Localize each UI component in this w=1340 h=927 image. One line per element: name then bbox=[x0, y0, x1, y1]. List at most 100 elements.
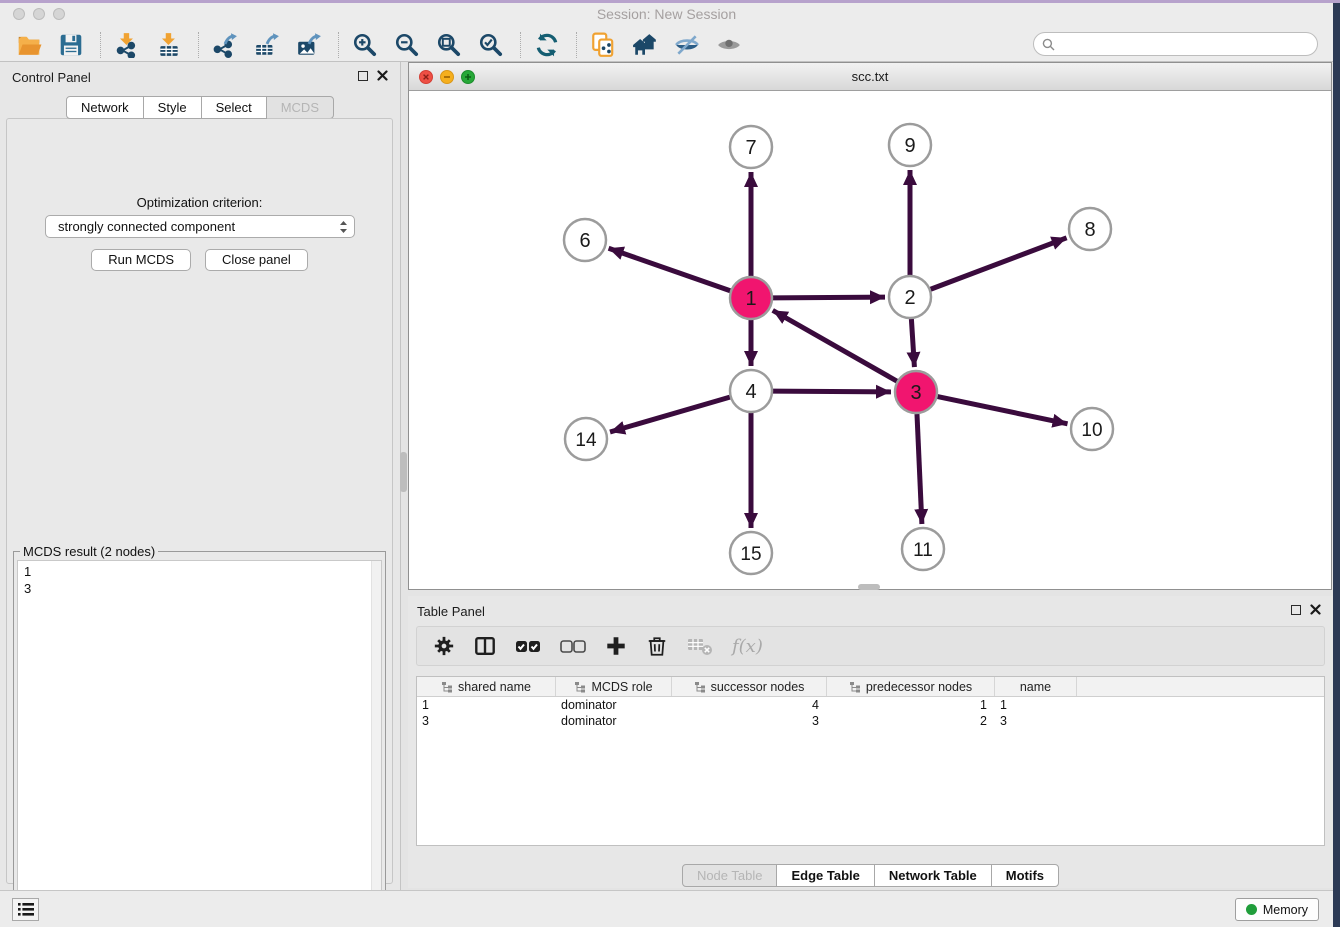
graph-node-11[interactable]: 11 bbox=[902, 528, 944, 570]
refresh-view-button[interactable] bbox=[532, 30, 562, 60]
open-session-button[interactable] bbox=[14, 30, 44, 60]
network-window-titlebar: scc.txt bbox=[409, 63, 1331, 91]
edge-4-14[interactable] bbox=[610, 397, 730, 432]
edge-3-10[interactable] bbox=[938, 397, 1068, 424]
zoom-selected-button[interactable] bbox=[476, 30, 506, 60]
criterion-dropdown[interactable]: strongly connected component bbox=[45, 215, 355, 238]
main-toolbar bbox=[0, 28, 1333, 62]
graph-node-7[interactable]: 7 bbox=[730, 126, 772, 168]
tab-edge-table[interactable]: Edge Table bbox=[776, 864, 874, 887]
result-scrollbar[interactable] bbox=[371, 561, 381, 920]
export-image-button[interactable] bbox=[294, 30, 324, 60]
column-header-shared-name[interactable]: shared name bbox=[417, 677, 556, 696]
edge-1-2[interactable] bbox=[773, 297, 885, 298]
table-cell[interactable]: 1 bbox=[995, 697, 1077, 713]
network-canvas[interactable]: 7 9 6 8 1 2 4 3 14 10 15 11 bbox=[409, 91, 1331, 589]
select-all-checkboxes-button[interactable] bbox=[515, 633, 541, 659]
add-row-button[interactable] bbox=[605, 633, 627, 659]
svg-text:6: 6 bbox=[579, 230, 590, 252]
tab-network[interactable]: Network bbox=[66, 96, 144, 119]
vertical-splitter-handle[interactable] bbox=[400, 452, 407, 492]
svg-text:10: 10 bbox=[1081, 420, 1102, 441]
table-cell[interactable]: 1 bbox=[827, 697, 995, 713]
show-columns-button[interactable] bbox=[474, 633, 496, 659]
edge-4-3[interactable] bbox=[773, 391, 891, 392]
graph-node-3[interactable]: 3 bbox=[895, 371, 937, 413]
open-session-icon bbox=[16, 32, 42, 58]
clone-network-button[interactable] bbox=[588, 30, 618, 60]
zoom-out-button[interactable] bbox=[392, 30, 422, 60]
svg-text:15: 15 bbox=[740, 544, 761, 565]
graph-node-4[interactable]: 4 bbox=[730, 370, 772, 412]
table-cell[interactable]: 3 bbox=[672, 713, 827, 729]
table-cell[interactable]: 4 bbox=[672, 697, 827, 713]
close-panel-button[interactable]: Close panel bbox=[205, 249, 308, 271]
edge-3-1[interactable] bbox=[773, 310, 897, 381]
table-cell[interactable]: 2 bbox=[827, 713, 995, 729]
table-cell[interactable]: 3 bbox=[417, 713, 556, 729]
graph-node-15[interactable]: 15 bbox=[730, 532, 772, 574]
svg-text:7: 7 bbox=[745, 137, 756, 159]
import-network-button[interactable] bbox=[112, 30, 142, 60]
memory-button-label: Memory bbox=[1263, 903, 1308, 917]
graph-node-2[interactable]: 2 bbox=[889, 276, 931, 318]
tab-motifs[interactable]: Motifs bbox=[991, 864, 1059, 887]
run-mcds-button[interactable]: Run MCDS bbox=[91, 249, 191, 271]
delete-row-button[interactable] bbox=[646, 633, 668, 659]
table-row[interactable]: 1dominator411 bbox=[417, 697, 1324, 713]
tab-select[interactable]: Select bbox=[201, 96, 267, 119]
column-header-name[interactable]: name bbox=[995, 677, 1077, 696]
float-table-panel-icon[interactable] bbox=[1291, 605, 1301, 615]
edge-2-8[interactable] bbox=[931, 238, 1067, 289]
export-table-button[interactable] bbox=[252, 30, 282, 60]
control-panel-title: Control Panel bbox=[12, 70, 91, 85]
svg-text:3: 3 bbox=[910, 382, 921, 404]
zoom-in-button[interactable] bbox=[350, 30, 380, 60]
tab-style[interactable]: Style bbox=[143, 96, 202, 119]
tab-node-table[interactable]: Node Table bbox=[682, 864, 778, 887]
table-cell[interactable]: 3 bbox=[995, 713, 1077, 729]
table-cell[interactable]: 1 bbox=[417, 697, 556, 713]
graph-node-6[interactable]: 6 bbox=[564, 219, 606, 261]
graph-node-10[interactable]: 10 bbox=[1071, 408, 1113, 450]
settings-gear-button[interactable] bbox=[433, 633, 455, 659]
save-session-button[interactable] bbox=[56, 30, 86, 60]
graph-node-1[interactable]: 1 bbox=[730, 277, 772, 319]
close-panel-icon[interactable] bbox=[377, 70, 388, 81]
memory-button[interactable]: Memory bbox=[1235, 898, 1319, 921]
mcds-result-textarea[interactable]: 13 bbox=[17, 560, 382, 921]
graph-node-14[interactable]: 14 bbox=[565, 418, 607, 460]
import-table-button[interactable] bbox=[154, 30, 184, 60]
edge-3-11[interactable] bbox=[917, 414, 922, 524]
table-panel: Table Panel f(x) shared nameMCDS rolesuc… bbox=[408, 596, 1333, 888]
hide-details-button[interactable] bbox=[672, 30, 702, 60]
column-header-MCDS-role[interactable]: MCDS role bbox=[556, 677, 672, 696]
network-window-title: scc.txt bbox=[409, 69, 1331, 84]
tab-mcds[interactable]: MCDS bbox=[266, 96, 334, 119]
export-network-button[interactable] bbox=[210, 30, 240, 60]
zoom-fit-button[interactable] bbox=[434, 30, 464, 60]
graph-node-8[interactable]: 8 bbox=[1069, 208, 1111, 250]
svg-text:9: 9 bbox=[904, 135, 915, 157]
search-input[interactable] bbox=[1060, 36, 1309, 52]
table-cell[interactable]: dominator bbox=[556, 713, 672, 729]
tab-network-table[interactable]: Network Table bbox=[874, 864, 992, 887]
horizontal-splitter-handle[interactable] bbox=[858, 584, 880, 590]
deselect-all-checkboxes-button[interactable] bbox=[560, 633, 586, 659]
edge-2-3[interactable] bbox=[911, 319, 914, 367]
column-header-successor-nodes[interactable]: successor nodes bbox=[672, 677, 827, 696]
column-label: MCDS role bbox=[591, 680, 652, 694]
refresh-view-icon bbox=[534, 32, 560, 58]
close-table-panel-icon[interactable] bbox=[1310, 604, 1321, 615]
home-button[interactable] bbox=[630, 30, 660, 60]
edge-1-6[interactable] bbox=[609, 248, 731, 290]
search-box[interactable] bbox=[1033, 32, 1318, 56]
column-header-predecessor-nodes[interactable]: predecessor nodes bbox=[827, 677, 995, 696]
task-history-button[interactable] bbox=[12, 898, 39, 921]
table-row[interactable]: 3dominator323 bbox=[417, 713, 1324, 729]
show-details-button[interactable] bbox=[714, 30, 744, 60]
table-cell[interactable]: dominator bbox=[556, 697, 672, 713]
float-panel-icon[interactable] bbox=[358, 71, 368, 81]
toolbar-separator bbox=[198, 32, 200, 58]
graph-node-9[interactable]: 9 bbox=[889, 124, 931, 166]
